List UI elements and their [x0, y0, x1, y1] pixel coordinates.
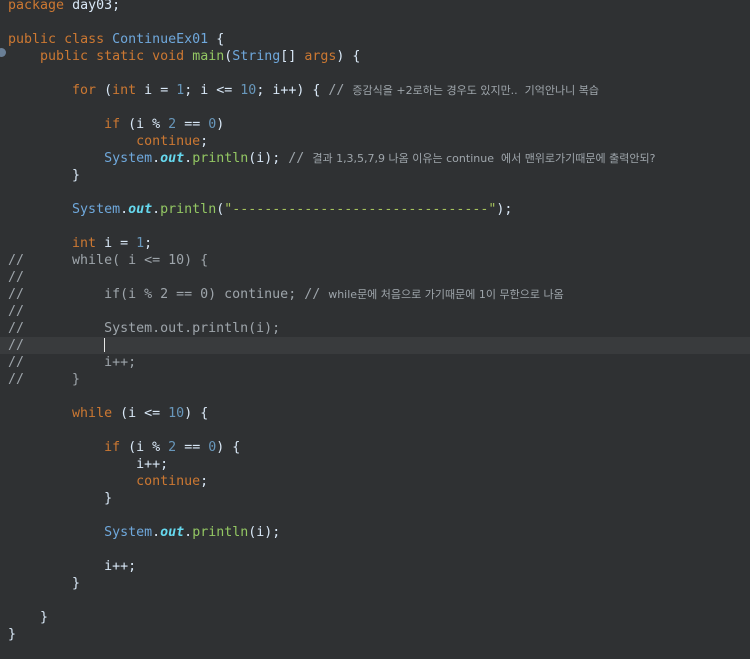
keyword-continue: continue — [136, 134, 201, 149]
keyword-int: int — [112, 83, 137, 98]
code-line-17[interactable]: // — [0, 269, 750, 286]
code-line-5[interactable] — [0, 65, 750, 82]
code-line-26[interactable] — [0, 422, 750, 439]
string-literal: "--------------------------------" — [224, 202, 497, 217]
keyword-continue: continue — [136, 474, 201, 489]
code-line-18[interactable]: // if(i % 2 == 0) continue; // while문에 처… — [0, 286, 750, 303]
keyword-package: package — [8, 0, 65, 13]
code-line-24[interactable] — [0, 388, 750, 405]
code-line-33[interactable] — [0, 541, 750, 558]
var-i: i — [136, 440, 145, 455]
code-line-11[interactable]: } — [0, 167, 750, 184]
number: 10 — [168, 406, 185, 421]
comment-text: while문에 처음으로 가기때문에 1이 무한으로 나옴 — [328, 288, 564, 301]
commented-code: // if(i % 2 == 0) continue; // — [8, 287, 329, 302]
code-line-36[interactable] — [0, 592, 750, 609]
keyword-void: void — [152, 49, 185, 64]
var-i: i — [144, 83, 153, 98]
class-system: System — [72, 202, 121, 217]
code-line-31[interactable] — [0, 507, 750, 524]
code-line-9[interactable]: continue; — [0, 133, 750, 150]
code-editor[interactable]: package day03; public class ContinueEx01… — [0, 0, 750, 659]
type-string: String — [232, 49, 281, 64]
code-area[interactable]: package day03; public class ContinueEx01… — [0, 0, 750, 643]
commented-code: // while( i <= 10) { — [8, 253, 209, 268]
code-line-25[interactable]: while (i <= 10) { — [0, 405, 750, 422]
text-caret — [104, 338, 106, 352]
class-name: ContinueEx01 — [112, 32, 209, 47]
code-line-8[interactable]: if (i % 2 == 0) — [0, 116, 750, 133]
keyword-while: while — [72, 406, 113, 421]
keyword-public: public — [8, 32, 57, 47]
number: 10 — [240, 83, 257, 98]
code-line-6[interactable]: for (int i = 1; i <= 10; i++) { // 증감식을 … — [0, 82, 750, 99]
method-println: println — [192, 525, 249, 540]
commented-code: // — [8, 338, 105, 353]
package-name: day03 — [72, 0, 113, 13]
code-line-10[interactable]: System.out.println(i); // 결과 1,3,5,7,9 나… — [0, 150, 750, 167]
code-line-27[interactable]: if (i % 2 == 0) { — [0, 439, 750, 456]
keyword-if: if — [104, 117, 121, 132]
field-out: out — [128, 202, 153, 217]
code-line-23[interactable]: // } — [0, 371, 750, 388]
code-line-16[interactable]: // while( i <= 10) { — [0, 252, 750, 269]
var-i: i — [104, 559, 113, 574]
var-i: i — [136, 457, 145, 472]
code-line-29[interactable]: continue; — [0, 473, 750, 490]
code-line-3[interactable]: public class ContinueEx01 { — [0, 31, 750, 48]
method-println: println — [160, 202, 217, 217]
number: 2 — [168, 117, 177, 132]
number: 1 — [136, 236, 145, 251]
commented-code: // } — [8, 372, 81, 387]
code-line-34[interactable]: i++; — [0, 558, 750, 575]
code-line-7[interactable] — [0, 99, 750, 116]
class-system: System — [104, 151, 153, 166]
code-line-19[interactable]: // — [0, 303, 750, 320]
number: 2 — [168, 440, 177, 455]
code-line-12[interactable] — [0, 184, 750, 201]
code-line-4[interactable]: public static void main(String[] args) { — [0, 48, 750, 65]
keyword-if: if — [104, 440, 121, 455]
class-system: System — [104, 525, 153, 540]
commented-code: // — [8, 304, 25, 319]
keyword-for: for — [72, 83, 97, 98]
comment-marker: // — [328, 83, 353, 98]
comment-text: 증감식을 +2로하는 경우도 있지만.. 기억안나니 복습 — [352, 84, 600, 97]
var-i: i — [200, 83, 209, 98]
keyword-class: class — [64, 32, 105, 47]
code-line-20[interactable]: // System.out.println(i); — [0, 320, 750, 337]
code-line-13[interactable]: System.out.println("--------------------… — [0, 201, 750, 218]
code-line-21-current[interactable]: // — [0, 337, 750, 354]
code-line-22[interactable]: // i++; — [0, 354, 750, 371]
code-line-37[interactable]: } — [0, 609, 750, 626]
var-i: i — [104, 236, 113, 251]
var-i: i — [136, 117, 145, 132]
field-out: out — [160, 525, 185, 540]
code-line-1[interactable]: package day03; — [0, 0, 750, 14]
code-line-14[interactable] — [0, 218, 750, 235]
code-line-32[interactable]: System.out.println(i); — [0, 524, 750, 541]
code-line-35[interactable]: } — [0, 575, 750, 592]
field-out: out — [160, 151, 185, 166]
comment-text: 결과 1,3,5,7,9 나옴 이유는 continue 에서 맨위로가기때문에… — [312, 152, 656, 165]
code-line-2[interactable] — [0, 14, 750, 31]
commented-code: // i++; — [8, 355, 137, 370]
method-main: main — [192, 49, 225, 64]
comment-marker: // — [288, 151, 313, 166]
keyword-int: int — [72, 236, 97, 251]
var-i: i — [128, 406, 137, 421]
commented-code: // System.out.println(i); — [8, 321, 281, 336]
keyword-static: static — [96, 49, 145, 64]
keyword-public: public — [40, 49, 89, 64]
code-line-38[interactable]: } — [0, 626, 750, 643]
code-line-28[interactable]: i++; — [0, 456, 750, 473]
commented-code: // — [8, 270, 25, 285]
code-line-15[interactable]: int i = 1; — [0, 235, 750, 252]
code-line-30[interactable]: } — [0, 490, 750, 507]
param-args: args — [304, 49, 337, 64]
method-println: println — [192, 151, 249, 166]
